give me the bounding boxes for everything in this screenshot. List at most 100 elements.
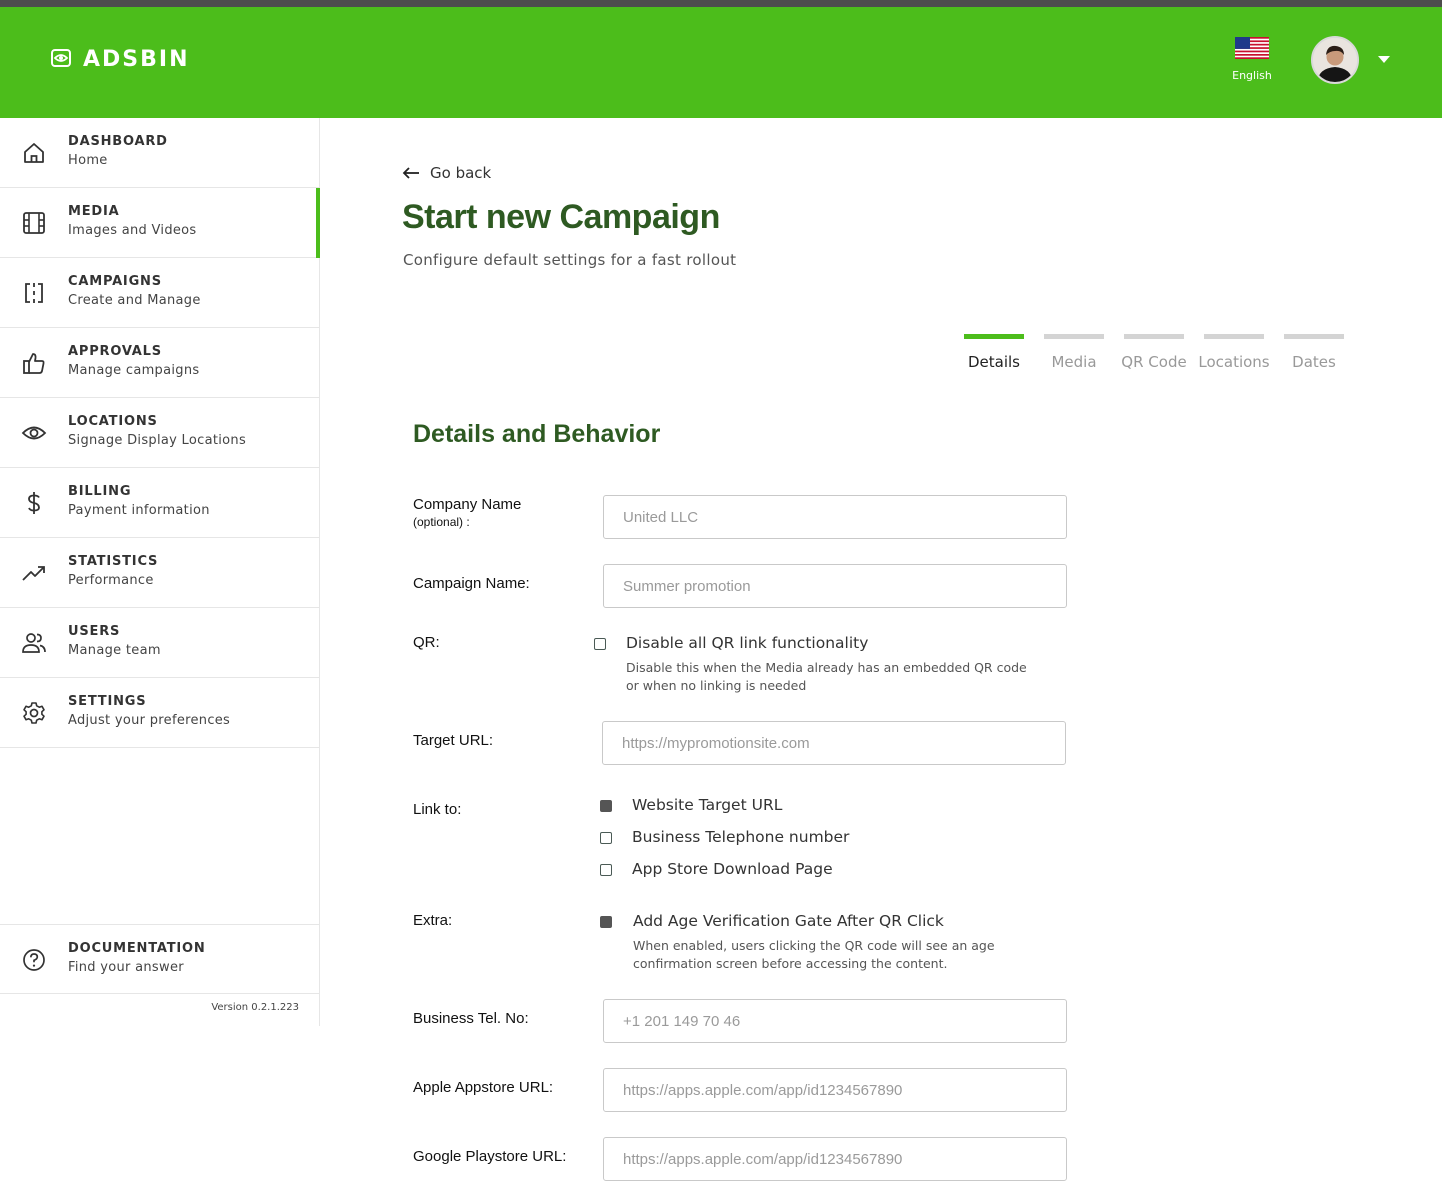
adsbin-logo-icon (50, 48, 72, 72)
section-title: Details and Behavior (413, 420, 661, 448)
step-bar (1284, 334, 1344, 339)
disable-qr-option-label[interactable]: Disable all QR link functionality (626, 634, 868, 652)
sidebar-item-locations[interactable]: LOCATIONS Signage Display Locations (0, 398, 319, 468)
trending-up-icon (22, 566, 45, 581)
dollar-icon (28, 492, 40, 514)
sidebar-item-title: APPROVALS (68, 344, 162, 359)
step-dates[interactable]: Dates (1284, 334, 1344, 371)
apple-url-label: Apple Appstore URL: (413, 1079, 554, 1096)
sidebar-item-title: SETTINGS (68, 694, 147, 709)
sidebar-item-title: DASHBOARD (68, 134, 168, 149)
step-media[interactable]: Media (1044, 334, 1104, 371)
step-label: Locations (1198, 353, 1270, 371)
business-tel-label: Business Tel. No: (413, 1010, 529, 1027)
disable-qr-checkbox[interactable] (594, 638, 606, 650)
campaign-icon (25, 283, 43, 303)
sidebar-item-title: BILLING (68, 484, 132, 499)
step-bar (1204, 334, 1264, 339)
qr-label: QR: (413, 634, 440, 651)
sidebar-item-settings[interactable]: SETTINGS Adjust your preferences (0, 678, 319, 748)
sidebar: DASHBOARD Home MEDIA Images and Videos C… (0, 118, 320, 1026)
extra-label: Extra: (413, 912, 453, 929)
business-tel-input[interactable] (603, 999, 1067, 1043)
sidebar-item-title: LOCATIONS (68, 414, 158, 429)
sidebar-item-subtitle: Find your answer (68, 960, 184, 975)
link-telephone-label[interactable]: Business Telephone number (632, 828, 849, 846)
step-bar (1124, 334, 1184, 339)
gear-icon (23, 702, 45, 724)
sidebar-item-title: STATISTICS (68, 554, 159, 569)
company-name-label-text: Company Name (413, 496, 522, 513)
link-telephone-radio[interactable] (600, 832, 612, 844)
sidebar-item-dashboard[interactable]: DASHBOARD Home (0, 118, 319, 188)
page-title: Start new Campaign (402, 198, 720, 236)
sidebar-item-subtitle: Performance (68, 573, 154, 588)
optional-label: (optional) : (413, 515, 470, 529)
main-content: Go back Start new Campaign Configure def… (320, 118, 1442, 1182)
us-flag-icon (1235, 37, 1269, 63)
step-details[interactable]: Details (964, 334, 1024, 371)
film-icon (23, 212, 45, 234)
page-subtitle: Configure default settings for a fast ro… (403, 251, 737, 269)
top-border (0, 0, 1442, 7)
user-avatar[interactable] (1311, 36, 1359, 84)
step-label: Media (1051, 353, 1097, 371)
google-url-input[interactable] (603, 1137, 1067, 1181)
home-icon (24, 143, 44, 163)
sidebar-item-title: DOCUMENTATION (68, 941, 206, 956)
sidebar-item-subtitle: Create and Manage (68, 293, 201, 308)
sidebar-item-subtitle: Manage team (68, 643, 161, 658)
step-label: Dates (1292, 353, 1336, 371)
sidebar-item-subtitle: Manage campaigns (68, 363, 200, 378)
thumbs-up-icon (23, 353, 45, 374)
go-back-label: Go back (430, 164, 492, 182)
language-selector[interactable]: English (1226, 37, 1278, 82)
sidebar-item-subtitle: Home (68, 153, 108, 168)
sidebar-item-statistics[interactable]: STATISTICS Performance (0, 538, 319, 608)
sidebar-item-subtitle: Adjust your preferences (68, 713, 231, 728)
company-name-label: Company Name (optional) : (413, 496, 521, 529)
sidebar-item-subtitle: Payment information (68, 503, 210, 518)
campaign-name-input[interactable] (603, 564, 1067, 608)
sidebar-item-subtitle: Signage Display Locations (68, 433, 247, 448)
app-version: Version 0.2.1.223 (211, 1002, 299, 1013)
step-locations[interactable]: Locations (1198, 334, 1270, 371)
target-url-input[interactable] (602, 721, 1066, 765)
disable-qr-help-text: Disable this when the Media already has … (626, 660, 1027, 693)
age-verification-help-text: When enabled, users clicking the QR code… (633, 938, 995, 971)
sidebar-item-documentation[interactable]: DOCUMENTATION Find your answer (0, 924, 320, 994)
google-url-label: Google Playstore URL: (413, 1148, 567, 1165)
step-qr-code[interactable]: QR Code (1121, 334, 1187, 371)
link-appstore-radio[interactable] (600, 864, 612, 876)
language-label: English (1232, 69, 1272, 82)
age-verification-label[interactable]: Add Age Verification Gate After QR Click (633, 912, 944, 930)
sidebar-item-billing[interactable]: BILLING Payment information (0, 468, 319, 538)
sidebar-item-title: USERS (68, 624, 121, 639)
sidebar-item-campaigns[interactable]: CAMPAIGNS Create and Manage (0, 258, 319, 328)
link-website-radio[interactable] (600, 800, 612, 812)
company-name-input[interactable] (603, 495, 1067, 539)
target-url-label: Target URL: (413, 732, 494, 749)
sidebar-item-subtitle: Images and Videos (68, 223, 197, 238)
step-label: Details (967, 353, 1020, 371)
age-verification-checkbox[interactable] (600, 916, 612, 928)
users-icon (22, 633, 46, 653)
link-to-label: Link to: (413, 801, 462, 818)
campaign-name-label: Campaign Name: (413, 575, 530, 592)
app-header: ADSBIN English (0, 7, 1442, 118)
sidebar-item-approvals[interactable]: APPROVALS Manage campaigns (0, 328, 319, 398)
link-appstore-label[interactable]: App Store Download Page (632, 860, 833, 878)
sidebar-item-title: CAMPAIGNS (68, 274, 162, 289)
eye-icon (21, 426, 47, 440)
link-website-label[interactable]: Website Target URL (632, 796, 782, 814)
go-back-link[interactable]: Go back (402, 164, 491, 182)
user-menu-caret-icon[interactable] (1378, 56, 1390, 63)
arrow-left-icon (402, 167, 419, 179)
apple-url-input[interactable] (603, 1068, 1067, 1112)
sidebar-item-media[interactable]: MEDIA Images and Videos (0, 188, 320, 258)
step-bar (964, 334, 1024, 339)
sidebar-item-users[interactable]: USERS Manage team (0, 608, 319, 678)
brand-logo[interactable]: ADSBIN (50, 47, 190, 72)
stepper: Details Media QR Code Locations Dates (964, 334, 1344, 371)
step-bar (1044, 334, 1104, 339)
